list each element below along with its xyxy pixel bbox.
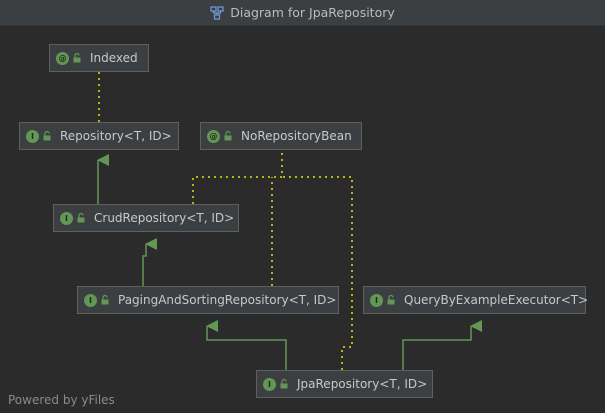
node-label: Indexed	[90, 51, 138, 65]
node-jparepository[interactable]: I JpaRepository<T, ID>	[256, 370, 433, 398]
interface-type-icon: I	[370, 293, 383, 307]
edge-pagingrepo-crudrepo	[142, 238, 157, 286]
unlocked-icon	[280, 379, 288, 389]
edge-jparepo-pagingrepo	[206, 320, 287, 370]
edge-crudrepo-norepobean	[192, 150, 283, 204]
unlocked-icon	[224, 131, 232, 141]
interface-type-icon: I	[26, 129, 39, 143]
node-repository[interactable]: I Repository<T, ID>	[19, 122, 179, 150]
node-label: CrudRepository<T, ID>	[94, 211, 235, 225]
annotation-type-icon: @	[56, 51, 69, 65]
edge-jparepo-qbeexecutor	[402, 320, 482, 370]
node-label: Repository<T, ID>	[60, 129, 172, 143]
unlocked-icon	[73, 53, 81, 63]
node-pagingandsortingrepository[interactable]: I PagingAndSortingRepository<T, ID>	[77, 286, 339, 314]
node-querybyexampleexecutor[interactable]: I QueryByExampleExecutor<T>	[363, 286, 589, 314]
interface-type-icon: I	[60, 211, 73, 225]
unlocked-icon	[43, 131, 51, 141]
node-label: PagingAndSortingRepository<T, ID>	[118, 293, 337, 307]
powered-by-footer: Powered by yFiles	[8, 393, 115, 407]
unlocked-icon	[77, 213, 85, 223]
node-label: NoRepositoryBean	[241, 129, 352, 143]
node-label: JpaRepository<T, ID>	[297, 377, 428, 391]
unlocked-icon	[101, 295, 109, 305]
node-label: QueryByExampleExecutor<T>	[404, 293, 589, 307]
interface-type-icon: I	[84, 293, 97, 307]
unlocked-icon	[387, 295, 395, 305]
node-crudrepository[interactable]: I CrudRepository<T, ID>	[53, 204, 239, 232]
interface-type-icon: I	[263, 377, 276, 391]
annotation-type-icon: @	[207, 129, 220, 143]
edge-jparepo-norepobean	[282, 176, 353, 370]
node-norepositorybean[interactable]: @ NoRepositoryBean	[200, 122, 362, 150]
node-indexed[interactable]: @ Indexed	[49, 44, 149, 72]
